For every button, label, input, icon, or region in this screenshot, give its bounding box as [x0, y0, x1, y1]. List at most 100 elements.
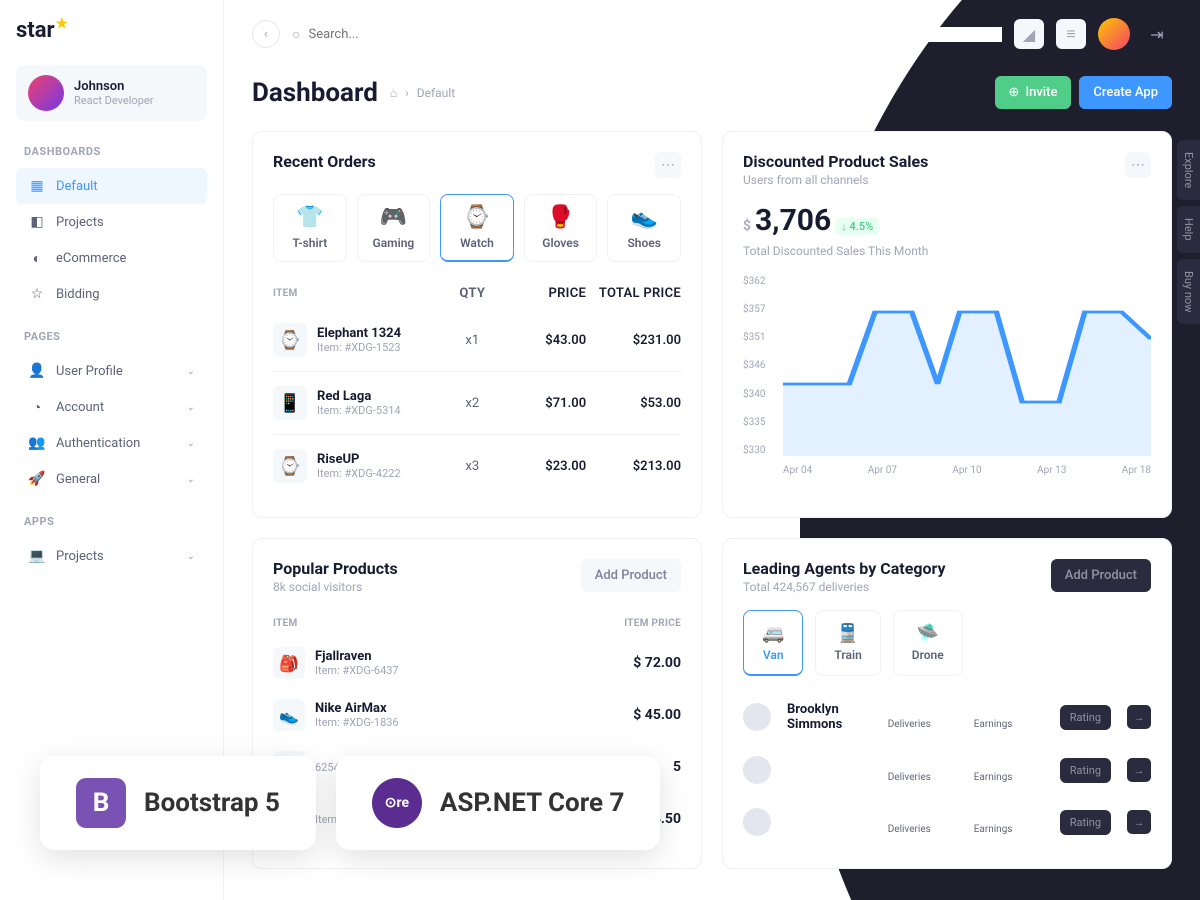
- side-tabs: Explore Help Buy now: [1177, 140, 1200, 324]
- rating-button[interactable]: Rating: [1060, 758, 1111, 783]
- sales-change-badge: ↓ 4.5%: [835, 218, 879, 235]
- create-app-button[interactable]: Create App: [1079, 76, 1172, 109]
- home-icon[interactable]: ⌂: [390, 86, 397, 100]
- more-icon[interactable]: ⋯: [655, 152, 681, 178]
- category-tab-gloves[interactable]: 🥊Gloves: [524, 194, 598, 262]
- popular-row[interactable]: 🎒FjallravenItem: #XDG-6437$ 72.00: [273, 637, 681, 689]
- sidebar-item-authentication[interactable]: 👥 Authentication ⌄: [16, 425, 207, 461]
- nav-label: Projects: [56, 549, 104, 564]
- popular-row[interactable]: 👟Nike AirMaxItem: #XDG-1836$ 45.00: [273, 689, 681, 741]
- user-name: Johnson: [74, 79, 153, 94]
- side-tab-explore[interactable]: Explore: [1177, 140, 1200, 200]
- orders-header-item: ITEM: [273, 286, 444, 301]
- agent-tab-drone[interactable]: 🛸Drone: [893, 610, 963, 676]
- nav-label: Projects: [56, 215, 104, 230]
- recent-orders-card: Recent Orders ⋯ 👕T-shirt🎮Gaming⌚Watch🥊Gl…: [252, 131, 702, 518]
- nav-icon: ▦: [28, 177, 46, 195]
- nav-label: Authentication: [56, 436, 140, 451]
- sales-desc: Total Discounted Sales This Month: [743, 244, 1151, 258]
- sidebar-item-bidding[interactable]: ☆Bidding: [16, 276, 207, 312]
- nav-icon: ◔: [28, 398, 46, 416]
- aspnet-icon: ⊙re: [372, 778, 422, 828]
- sidebar-item-account[interactable]: ◔Account⌄: [16, 389, 207, 425]
- nav-icon: ◧: [28, 213, 46, 231]
- popular-header-price: ITEM PRICE: [624, 618, 681, 629]
- category-icon: 👟: [612, 205, 676, 230]
- arrow-right-icon[interactable]: →: [1127, 810, 1151, 834]
- chevron-down-icon: ⌄: [187, 474, 195, 485]
- page-title: Dashboard: [252, 78, 378, 108]
- add-product-button[interactable]: Add Product: [581, 559, 681, 592]
- arrow-right-icon[interactable]: →: [1127, 705, 1151, 729]
- invite-button[interactable]: ⊕ Invite: [995, 76, 1072, 109]
- sidebar-item-projects[interactable]: 💻Projects⌄: [16, 538, 207, 574]
- orders-header-price: PRICE: [501, 286, 586, 301]
- agent-tab-train[interactable]: 🚆Train: [815, 610, 880, 676]
- nav-label: eCommerce: [56, 251, 126, 266]
- sidebar-item-projects[interactable]: ◧ Projects: [16, 204, 207, 240]
- arrow-right-icon[interactable]: →: [1127, 758, 1151, 782]
- more-icon[interactable]: ⋯: [1125, 152, 1151, 178]
- recent-orders-title: Recent Orders: [273, 152, 376, 171]
- agent-row[interactable]: Brooklyn Simmons1,240Deliveries$5,400Ear…: [743, 690, 1151, 744]
- category-icon: ⌚: [445, 205, 509, 230]
- star-icon: ★: [56, 16, 69, 32]
- nav-icon: ◐: [28, 249, 46, 267]
- agents-subtitle: Total 424,567 deliveries: [743, 580, 946, 594]
- sales-value: $ 3,706 ↓ 4.5%: [743, 203, 1151, 238]
- plus-icon: ⊕: [1009, 85, 1020, 100]
- category-tab-gaming[interactable]: 🎮Gaming: [357, 194, 431, 262]
- popular-title: Popular Products: [273, 559, 398, 578]
- vehicle-icon: 🚆: [834, 623, 861, 644]
- nav-icon: 💻: [28, 547, 46, 565]
- side-tab-help[interactable]: Help: [1177, 206, 1200, 253]
- category-tab-watch[interactable]: ⌚Watch: [440, 194, 514, 262]
- topbar: ‹ ○ ◢ ≡ ⇥: [252, 18, 1172, 50]
- popular-header-item: ITEM: [273, 618, 624, 629]
- back-button[interactable]: ‹: [252, 20, 280, 48]
- chevron-down-icon: ⌄: [187, 438, 195, 449]
- side-tab-buy[interactable]: Buy now: [1177, 259, 1200, 324]
- sales-subtitle: Users from all channels: [743, 173, 928, 187]
- profile-avatar[interactable]: [1098, 18, 1130, 50]
- sidebar-item-user-profile[interactable]: 👤User Profile⌄: [16, 353, 207, 389]
- pill-aspnet[interactable]: ⊙re ASP.NET Core 7: [336, 756, 660, 850]
- agent-row[interactable]: 6,074Deliveries$174,074EarningsRating→: [743, 744, 1151, 796]
- pill-bootstrap[interactable]: B Bootstrap 5: [40, 756, 316, 850]
- sidebar-item-ecommerce[interactable]: ◐ eCommerce: [16, 240, 207, 276]
- popular-subtitle: 8k social visitors: [273, 580, 398, 594]
- category-tab-shoes[interactable]: 👟Shoes: [607, 194, 681, 262]
- sales-card: Discounted Product Sales Users from all …: [722, 131, 1172, 518]
- page-header: Dashboard ⌂ › Default ⊕ Invite Create Ap…: [252, 76, 1172, 109]
- user-card[interactable]: Johnson React Developer: [16, 65, 207, 121]
- nav-section-pages: PAGES: [24, 330, 207, 343]
- nav-icon: 🚀: [28, 470, 46, 488]
- sidebar-item-general[interactable]: 🚀 General ⌄: [16, 461, 207, 497]
- agent-row[interactable]: Zuid Area357Deliveries$2,737EarningsRati…: [743, 796, 1151, 848]
- rating-button[interactable]: Rating: [1060, 705, 1111, 730]
- order-row[interactable]: ⌚RiseUPItem: #XDG-4222x3$23.00$213.00: [273, 435, 681, 497]
- agent-tab-van[interactable]: 🚐Van: [743, 610, 803, 676]
- add-product-button[interactable]: Add Product: [1051, 559, 1151, 592]
- agent-avatar: [743, 703, 771, 731]
- search-input[interactable]: [308, 27, 1002, 42]
- nav-label: General: [56, 472, 100, 487]
- nav-section-apps: APPS: [24, 515, 207, 528]
- orders-header-total: TOTAL PRICE: [586, 286, 681, 301]
- product-image: ⌚: [273, 323, 307, 357]
- product-image: 📱: [273, 386, 307, 420]
- apps-icon[interactable]: ≡: [1056, 19, 1086, 49]
- order-row[interactable]: 📱Red LagaItem: #XDG-5314x2$71.00$53.00: [273, 372, 681, 435]
- category-tab-t-shirt[interactable]: 👕T-shirt: [273, 194, 347, 262]
- user-role: React Developer: [74, 94, 153, 107]
- sidebar-item-default[interactable]: ▦Default: [16, 168, 207, 204]
- product-icon: 🎒: [273, 647, 305, 679]
- rating-button[interactable]: Rating: [1060, 810, 1111, 835]
- order-row[interactable]: ⌚Elephant 1324Item: #XDG-1523x1$43.00$23…: [273, 309, 681, 372]
- product-icon: 👟: [273, 699, 305, 731]
- nav-icon: 👥: [28, 434, 46, 452]
- nav-section-dashboards: DASHBOARDS: [24, 145, 207, 158]
- logout-icon[interactable]: ⇥: [1142, 19, 1172, 49]
- theme-icon[interactable]: ◢: [1014, 19, 1044, 49]
- nav-label: Bidding: [56, 287, 100, 302]
